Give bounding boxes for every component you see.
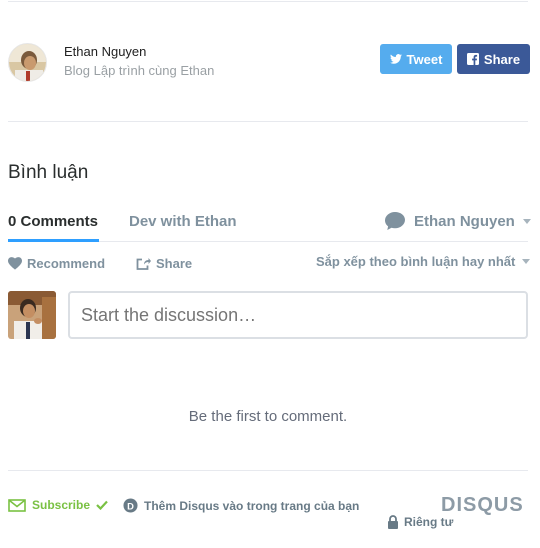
recommend-button[interactable]: Recommend (8, 256, 105, 271)
chevron-down-icon (522, 218, 531, 224)
top-divider (8, 1, 528, 2)
recommend-label: Recommend (27, 256, 106, 271)
svg-text:D: D (127, 501, 134, 511)
active-tab-indicator (8, 239, 99, 242)
tweet-label: Tweet (406, 51, 443, 67)
tab-comments[interactable]: 0 Comments (8, 213, 98, 230)
checkmark-icon (96, 500, 108, 510)
add-disqus-link[interactable]: D Thêm Disqus vào trong trang của bạn (123, 498, 359, 513)
thread-share-button[interactable]: Share (136, 256, 192, 271)
subscribe-link[interactable]: Subscribe (8, 498, 108, 512)
speech-bubble-icon (385, 212, 405, 230)
add-disqus-label: Thêm Disqus vào trong trang của bạn (144, 498, 360, 513)
user-photo (8, 291, 56, 339)
tab-user-menu[interactable]: Ethan Nguyen (384, 211, 531, 231)
lock-icon (388, 515, 398, 529)
privacy-label: Riêng tư (404, 515, 454, 529)
tab-user-name: Ethan Nguyen (414, 212, 515, 230)
privacy-link[interactable]: Riêng tư (387, 515, 453, 529)
share-icon (136, 258, 151, 270)
facebook-icon (466, 53, 479, 65)
heart-icon (8, 257, 22, 270)
envelope-icon (8, 498, 26, 512)
tab-community[interactable]: Dev with Ethan (129, 213, 237, 230)
disqus-logo[interactable]: DISQUS (441, 494, 524, 517)
user-avatar[interactable] (8, 291, 56, 339)
facebook-share-button[interactable]: Share (457, 44, 530, 74)
author-blog-name: Blog Lập trình cùng Ethan (64, 63, 215, 78)
author-photo (9, 44, 46, 81)
footer-divider (8, 470, 528, 471)
comment-input[interactable] (68, 291, 528, 339)
empty-comments-message: Be the first to comment. (188, 408, 348, 425)
twitter-icon (389, 54, 402, 64)
chevron-down-icon (522, 259, 531, 264)
tweet-button[interactable]: Tweet (380, 44, 452, 74)
facebook-share-label: Share (483, 51, 521, 67)
author-name[interactable]: Ethan Nguyen (64, 44, 146, 59)
disqus-d-icon: D (123, 498, 138, 513)
comments-section-title: Bình luận (8, 162, 89, 183)
sort-label: Sắp xếp theo bình luận hay nhất (316, 254, 516, 269)
subscribe-label: Subscribe (32, 498, 91, 512)
author-divider (8, 121, 528, 122)
sort-dropdown[interactable]: Sắp xếp theo bình luận hay nhất (316, 254, 531, 269)
author-avatar[interactable] (8, 43, 47, 82)
thread-share-label: Share (156, 256, 193, 271)
